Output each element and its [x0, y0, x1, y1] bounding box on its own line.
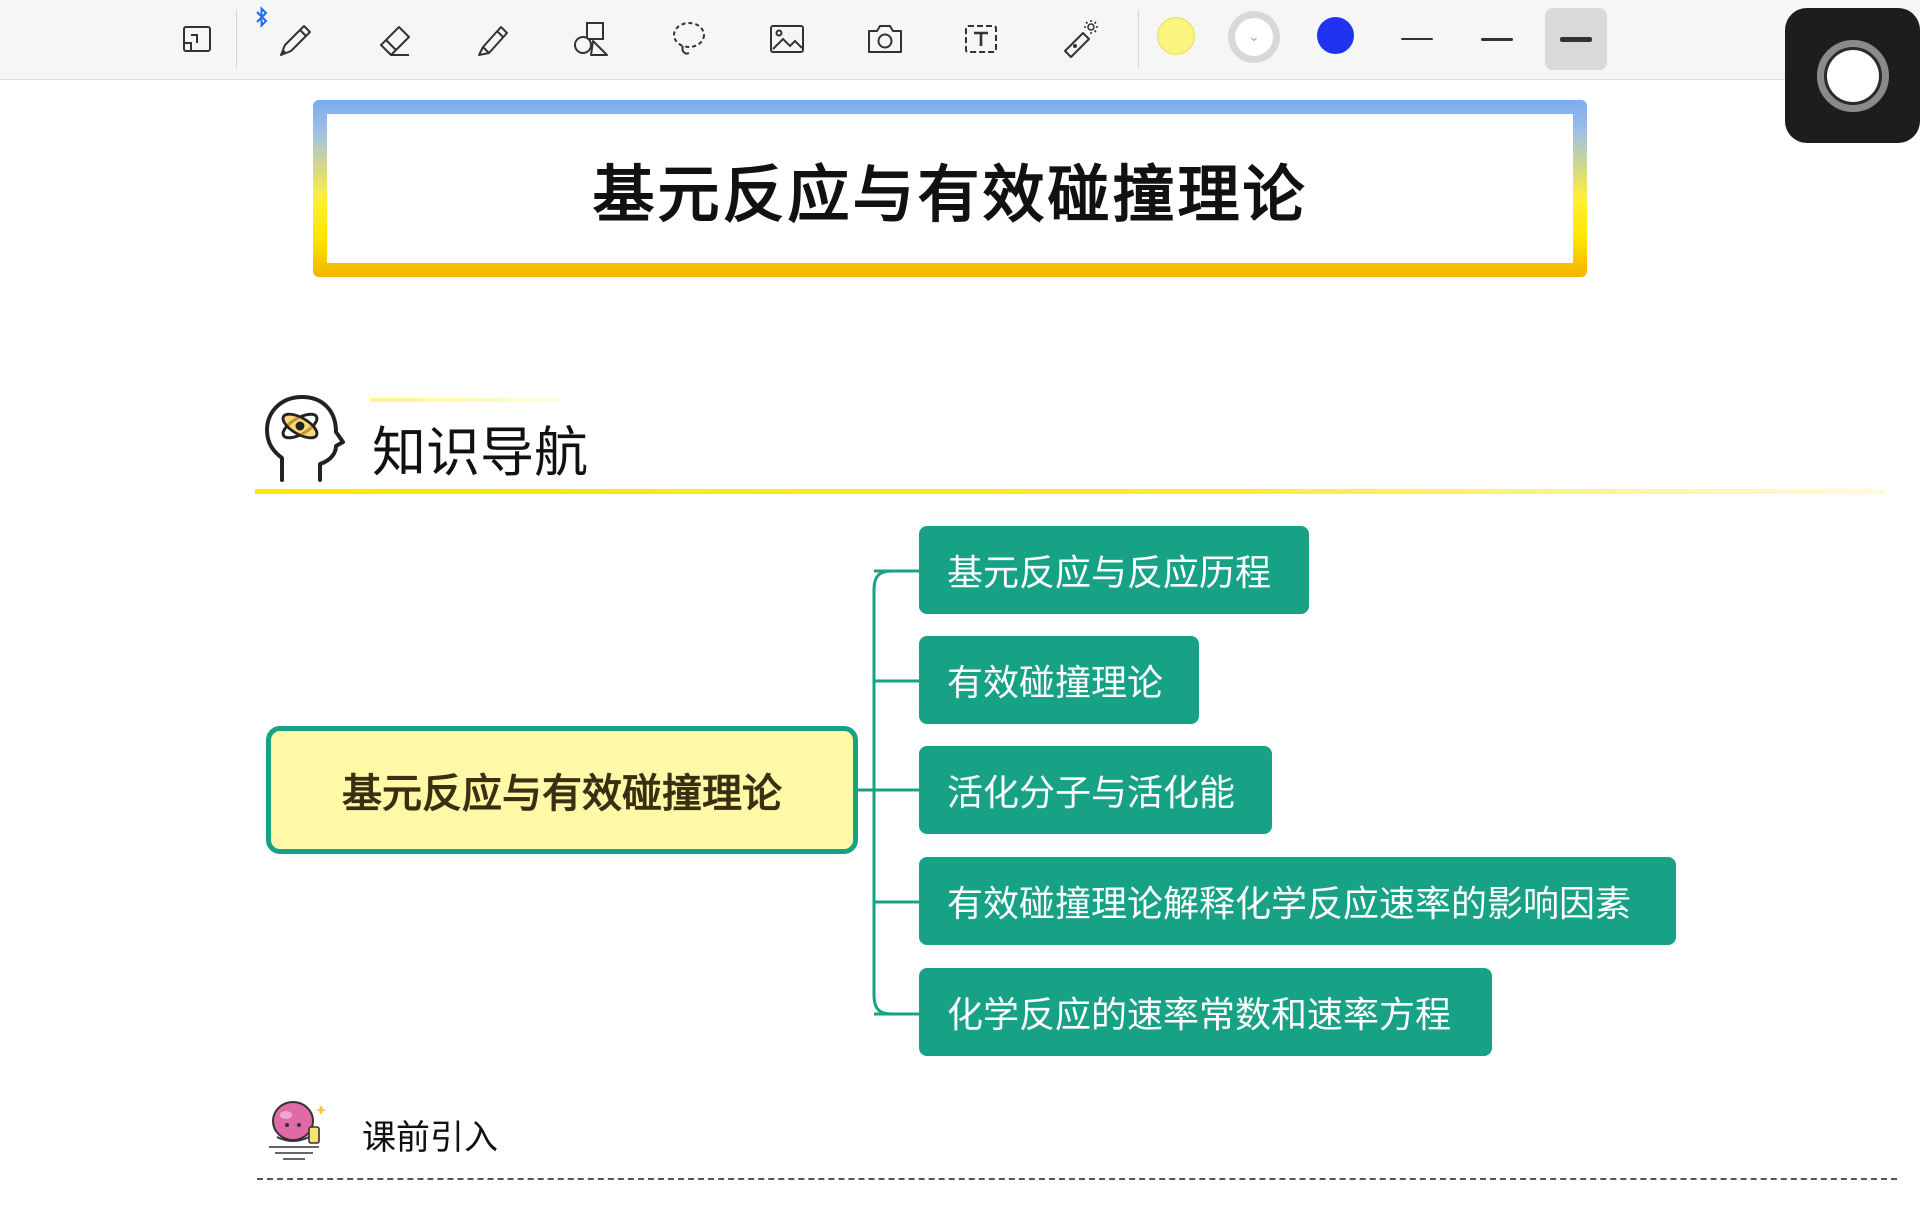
section-title: 知识导航 — [372, 421, 588, 484]
page-view-button[interactable] — [166, 8, 228, 70]
record-icon — [1826, 49, 1879, 102]
mindmap-root-label: 基元反应与有效碰撞理论 — [342, 771, 782, 817]
stroke-thick-icon — [1560, 36, 1592, 42]
mindmap-branch-node[interactable]: 基元反应与反应历程 — [919, 526, 1309, 614]
stroke-thick-button[interactable] — [1545, 8, 1607, 70]
pen-icon — [280, 25, 311, 56]
laser-tool-button[interactable] — [1048, 8, 1110, 70]
mindmap-branch-label: 有效碰撞理论解释化学反应速率的影响因素 — [947, 884, 1632, 925]
text-box-icon — [965, 25, 997, 53]
mindmap-branch-node[interactable]: 有效碰撞理论解释化学反应速率的影响因素 — [919, 857, 1676, 945]
shapes-icon — [574, 22, 608, 56]
stroke-thin-button[interactable] — [1386, 8, 1448, 70]
camera-icon — [868, 25, 902, 53]
section-accent-line — [370, 398, 560, 402]
color-swatch-blue[interactable] — [1317, 17, 1354, 54]
record-ring — [1816, 39, 1889, 112]
lasso-icon — [673, 22, 705, 55]
lasso-tool-button[interactable] — [658, 8, 720, 70]
page-view-icon — [183, 26, 211, 52]
mascot-icon — [269, 1101, 327, 1160]
title-banner: 基元反应与有效碰撞理论 — [313, 100, 1587, 277]
image-icon — [770, 25, 804, 53]
color-swatch-white[interactable]: ⌄ — [1228, 11, 1280, 63]
mindmap-branch-label: 化学反应的速率常数和速率方程 — [947, 995, 1452, 1036]
mindmap-root-node[interactable]: 基元反应与有效碰撞理论 — [266, 726, 858, 854]
intro-label: 课前引入 — [362, 1118, 498, 1158]
brain-atom-icon — [265, 395, 345, 482]
stroke-medium-icon — [1481, 37, 1513, 41]
toolbar-separator — [236, 10, 237, 68]
color-swatch-white-inner: ⌄ — [1235, 18, 1273, 56]
screen-record-button[interactable] — [1785, 8, 1920, 143]
text-tool-button[interactable] — [950, 8, 1012, 70]
camera-tool-button[interactable] — [854, 8, 916, 70]
chevron-down-icon: ⌄ — [1248, 29, 1260, 45]
image-tool-button[interactable] — [756, 8, 818, 70]
eraser-tool-button[interactable] — [364, 8, 426, 70]
toolbar: ⌄ — [0, 0, 1920, 80]
mindmap-branch-label: 活化分子与活化能 — [947, 773, 1236, 814]
intro-content-box — [257, 1178, 1897, 1220]
mindmap-branch-label: 基元反应与反应历程 — [947, 553, 1272, 594]
color-swatch-yellow[interactable] — [1157, 17, 1195, 55]
laser-pointer-icon — [1064, 20, 1098, 58]
stroke-thin-icon — [1401, 38, 1433, 40]
toolbar-separator — [1138, 10, 1139, 68]
pen-tool-button[interactable] — [264, 8, 326, 70]
highlighter-icon — [478, 26, 508, 56]
mindmap-branch-label: 有效碰撞理论 — [947, 663, 1164, 704]
shapes-tool-button[interactable] — [560, 8, 622, 70]
highlighter-tool-button[interactable] — [462, 8, 524, 70]
section-underline — [255, 489, 1885, 494]
mindmap-branch-node[interactable]: 化学反应的速率常数和速率方程 — [919, 968, 1492, 1056]
page-title: 基元反应与有效碰撞理论 — [592, 157, 1308, 231]
title-banner-inner: 基元反应与有效碰撞理论 — [327, 114, 1573, 263]
mindmap-branch-node[interactable]: 活化分子与活化能 — [919, 746, 1272, 834]
stroke-medium-button[interactable] — [1466, 8, 1528, 70]
eraser-icon — [380, 26, 410, 56]
mindmap-branch-node[interactable]: 有效碰撞理论 — [919, 636, 1199, 724]
